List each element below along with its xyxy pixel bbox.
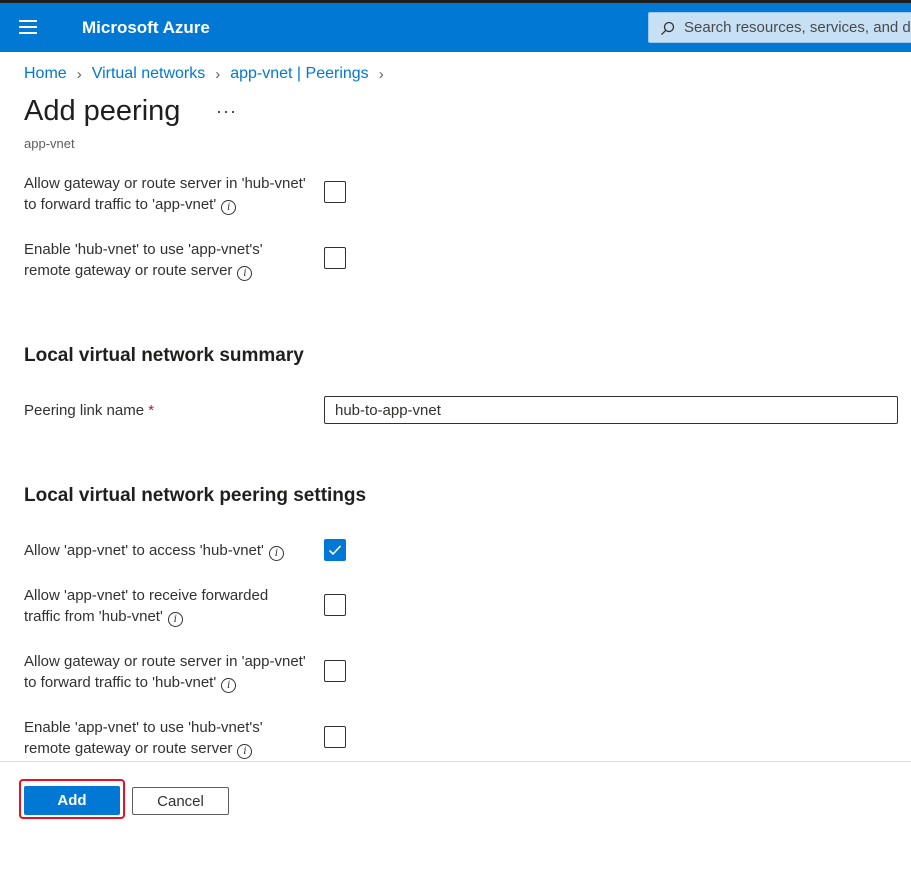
local-use-remote-gateway-label: Enable 'app-vnet' to use 'hub-vnet's' re… — [24, 717, 263, 759]
info-icon[interactable]: i — [221, 678, 237, 693]
label-line-1: Enable 'app-vnet' to use 'hub-vnet's' — [24, 719, 263, 736]
label-line-1: Allow 'app-vnet' to access 'hub-vnet' — [24, 542, 264, 559]
more-options-icon[interactable]: ··· — [216, 101, 237, 122]
label-line-2: to forward traffic to 'hub-vnet' — [24, 674, 217, 691]
page-title: Add peering — [24, 95, 181, 127]
allow-forwarded-traffic-label: Allow 'app-vnet' to receive forwarded tr… — [24, 585, 268, 627]
search-input[interactable] — [684, 13, 911, 42]
allow-access-checkbox[interactable] — [324, 539, 346, 561]
breadcrumb-virtual-networks[interactable]: Virtual networks — [92, 65, 206, 83]
local-gateway-forward-checkbox[interactable] — [324, 660, 346, 682]
cancel-button[interactable]: Cancel — [132, 787, 229, 815]
global-search-box[interactable] — [648, 12, 911, 43]
info-icon[interactable]: i — [237, 266, 253, 281]
peering-link-name-text: Peering link name — [24, 402, 145, 419]
breadcrumb-app-vnet-peerings[interactable]: app-vnet | Peerings — [230, 65, 368, 83]
info-icon[interactable]: i — [237, 744, 253, 759]
azure-top-bar: Microsoft Azure — [0, 3, 911, 52]
local-gateway-forward-label: Allow gateway or route server in 'app-vn… — [24, 651, 306, 693]
allow-forwarded-traffic-checkbox[interactable] — [324, 594, 346, 616]
search-icon — [661, 21, 675, 36]
label-line-1: Allow gateway or route server in 'app-vn… — [24, 653, 306, 670]
required-marker: * — [148, 402, 155, 419]
label-line-1: Allow gateway or route server in 'hub-vn… — [24, 175, 306, 192]
info-icon[interactable]: i — [167, 612, 183, 627]
local-vnet-summary-heading: Local virtual network summary — [24, 345, 304, 366]
label-line-2: to forward traffic to 'app-vnet' — [24, 196, 217, 213]
local-use-remote-gateway-checkbox[interactable] — [324, 726, 346, 748]
label-line-1: Allow 'app-vnet' to receive forwarded — [24, 587, 269, 604]
page-subtitle: app-vnet — [24, 136, 75, 151]
allow-access-label: Allow 'app-vnet' to access 'hub-vnet' i — [24, 540, 284, 561]
breadcrumb-home[interactable]: Home — [24, 65, 67, 83]
local-vnet-peering-settings-heading: Local virtual network peering settings — [24, 485, 367, 506]
checkmark-icon — [328, 545, 342, 556]
add-button[interactable]: Add — [24, 786, 120, 815]
footer-divider — [0, 761, 911, 762]
info-icon[interactable]: i — [221, 200, 237, 215]
peering-link-name-input[interactable] — [324, 396, 898, 424]
portal-brand[interactable]: Microsoft Azure — [82, 18, 210, 38]
breadcrumb: Home › Virtual networks › app-vnet | Pee… — [24, 65, 394, 83]
label-line-2: remote gateway or route server — [24, 262, 233, 279]
label-line-2: remote gateway or route server — [24, 740, 233, 757]
chevron-right-icon: › — [215, 65, 221, 83]
remote-gateway-forward-label: Allow gateway or route server in 'hub-vn… — [24, 173, 306, 215]
label-line-1: Enable 'hub-vnet' to use 'app-vnet's' — [24, 241, 263, 258]
chevron-right-icon: › — [378, 65, 384, 83]
label-line-2: traffic from 'hub-vnet' — [24, 608, 163, 625]
remote-use-gateway-checkbox[interactable] — [324, 247, 346, 269]
info-icon[interactable]: i — [268, 546, 284, 561]
hamburger-menu-icon[interactable] — [19, 20, 37, 34]
remote-gateway-forward-checkbox[interactable] — [324, 181, 346, 203]
remote-use-gateway-label: Enable 'hub-vnet' to use 'app-vnet's' re… — [24, 239, 263, 281]
peering-link-name-label: Peering link name * — [24, 400, 154, 421]
chevron-right-icon: › — [76, 65, 82, 83]
